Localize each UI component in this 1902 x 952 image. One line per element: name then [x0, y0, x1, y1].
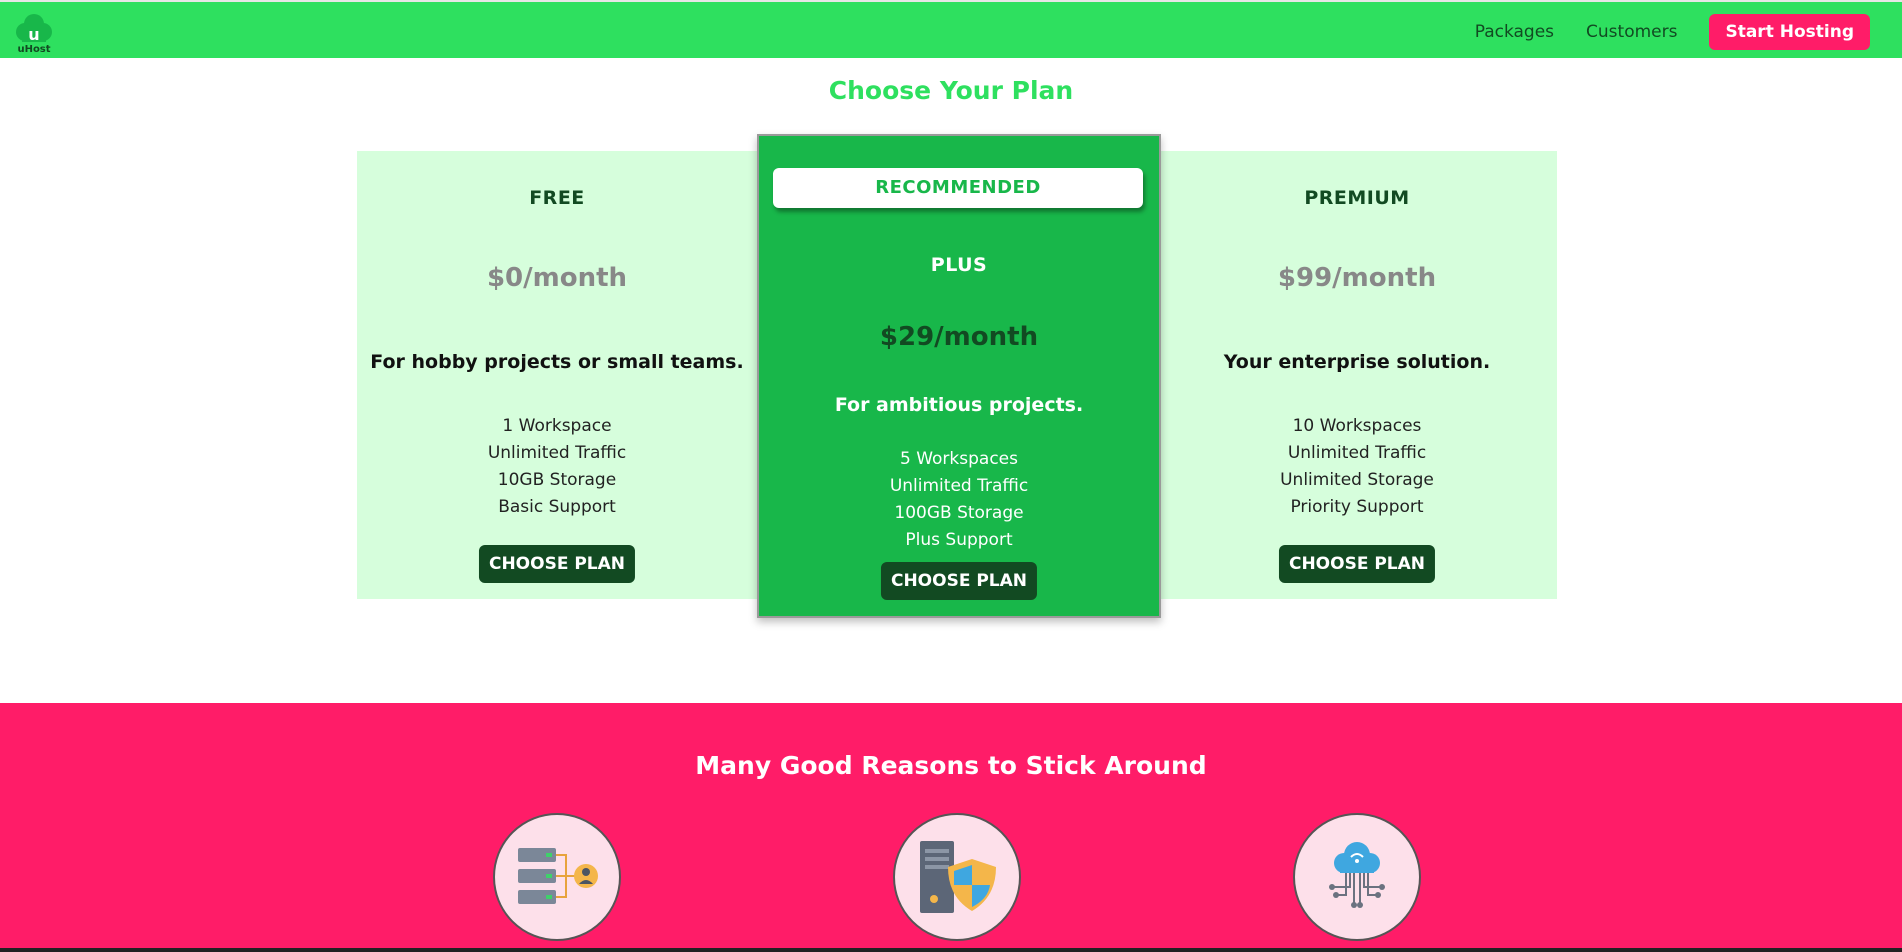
reasons-title: Many Good Reasons to Stick Around [695, 751, 1207, 780]
plan-feature: Basic Support [498, 497, 616, 517]
plan-name: PLUS [930, 254, 988, 276]
plan-features: 1 Workspace Unlimited Traffic 10GB Stora… [357, 413, 757, 521]
plan-feature: 1 Workspace [502, 416, 612, 436]
plan-feature: Unlimited Traffic [1287, 443, 1427, 463]
plan-name: FREE [529, 187, 585, 209]
reasons-section: Many Good Reasons to Stick Around [0, 703, 1902, 952]
plan-feature: 10 Workspaces [1292, 416, 1422, 436]
choose-plan-plus-button[interactable]: CHOOSE PLAN [880, 562, 1038, 600]
nav-packages-link[interactable]: Packages [1475, 22, 1554, 42]
recommended-badge: RECOMMENDED [773, 168, 1143, 208]
plans-title: Choose Your Plan [828, 76, 1074, 105]
cloud-network-icon [1293, 813, 1421, 941]
plan-price: $0/month [486, 263, 628, 293]
plan-feature: Plus Support [905, 530, 1013, 550]
svg-text:u: u [28, 25, 39, 44]
choose-plan-premium-button[interactable]: CHOOSE PLAN [1278, 545, 1436, 583]
plan-tagline: For ambitious projects. [834, 394, 1084, 416]
plan-feature: Unlimited Traffic [889, 476, 1029, 496]
plan-card-free: FREE $0/month For hobby projects or smal… [357, 151, 757, 599]
main-header: u uHost Packages Customers Start Hosting [0, 0, 1902, 58]
plan-card-premium: PREMIUM $99/month Your enterprise soluti… [1157, 151, 1557, 599]
plan-feature: 5 Workspaces [900, 449, 1018, 469]
plan-features: 10 Workspaces Unlimited Traffic Unlimite… [1157, 413, 1557, 521]
plan-feature: 10GB Storage [497, 470, 617, 490]
plan-tagline: For hobby projects or small teams. [370, 351, 744, 373]
bottom-scroll-bar [0, 948, 1902, 952]
server-network-icon [493, 813, 621, 941]
start-hosting-button[interactable]: Start Hosting [1709, 14, 1870, 50]
plan-card-plus: RECOMMENDED PLUS $29/month For ambitious… [757, 134, 1161, 618]
plan-feature: Unlimited Storage [1280, 470, 1434, 490]
plan-feature: 100GB Storage [894, 503, 1024, 523]
plan-feature: Unlimited Traffic [487, 443, 627, 463]
plan-price: $29/month [879, 322, 1039, 352]
plan-name: PREMIUM [1304, 187, 1410, 209]
plan-features: 5 Workspaces Unlimited Traffic 100GB Sto… [759, 446, 1159, 554]
choose-plan-free-button[interactable]: CHOOSE PLAN [478, 545, 636, 583]
svg-text:uHost: uHost [17, 44, 50, 54]
nav-customers-link[interactable]: Customers [1586, 22, 1677, 42]
main-nav: Packages Customers Start Hosting [1475, 14, 1870, 50]
uhost-logo[interactable]: u uHost [12, 10, 56, 55]
plan-feature: Priority Support [1290, 497, 1424, 517]
plan-price: $99/month [1277, 263, 1437, 293]
plan-tagline: Your enterprise solution. [1223, 351, 1491, 373]
server-shield-icon [893, 813, 1021, 941]
